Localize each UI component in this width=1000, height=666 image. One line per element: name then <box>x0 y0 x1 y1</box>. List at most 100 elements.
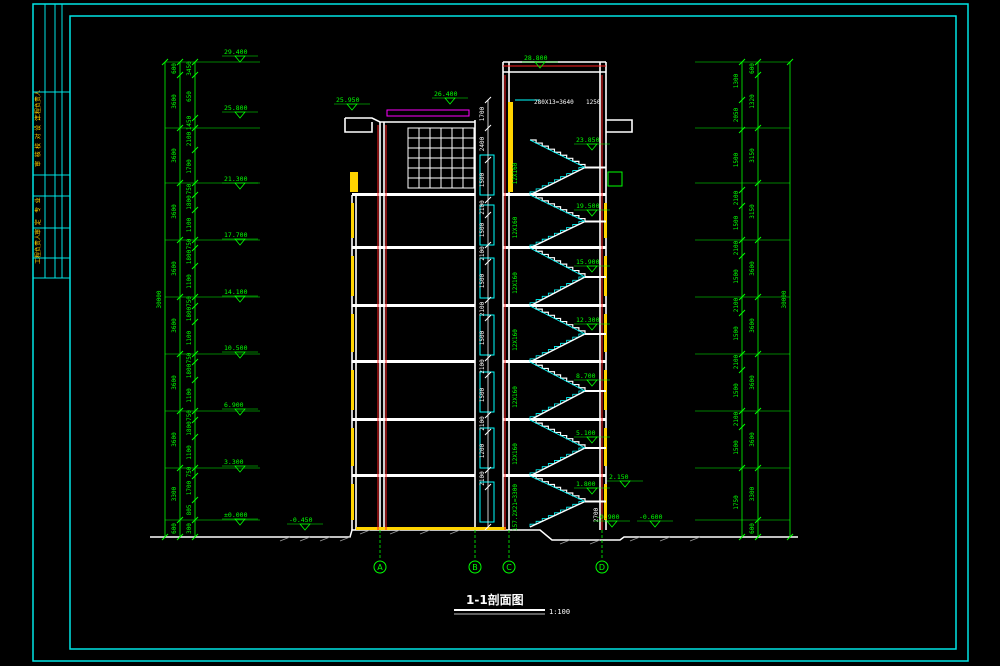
axis-label: D <box>599 563 605 572</box>
title-block-label: 工程负责人 <box>34 234 42 264</box>
dim-label: 1800 <box>186 421 193 436</box>
dim-label: 1800 <box>186 249 193 264</box>
floor-slab <box>503 418 606 421</box>
stair-slab <box>529 333 586 363</box>
yellow-block-left <box>350 172 358 192</box>
flight-note: 12X160 <box>512 162 519 184</box>
level-label: 25.800 <box>224 104 248 112</box>
level-roof-top-marker <box>534 61 546 69</box>
stair-level-label: 23.850 <box>576 136 600 144</box>
dim-label: 3600 <box>171 432 178 447</box>
flight-note: 12X160 <box>512 272 519 294</box>
dim-label: 3600 <box>749 318 756 333</box>
axis-label: A <box>377 563 383 572</box>
dim-label: 3300 <box>749 486 756 501</box>
drawing-title: 1-1剖面图 <box>466 592 524 607</box>
axis-label: B <box>472 563 478 572</box>
dim-label: 600 <box>171 63 178 74</box>
stair-slab <box>529 220 586 249</box>
dim-label: 1500 <box>733 152 740 167</box>
ground-line <box>150 529 798 541</box>
dim-label: 1500 <box>479 273 486 288</box>
dim-label: 30000 <box>156 290 163 308</box>
dim-label: 1750 <box>733 495 740 510</box>
flight-note: 12X160 <box>512 386 519 408</box>
dim-label: 1200 <box>479 443 486 458</box>
level-label-marker <box>234 465 246 473</box>
dim-label: 3600 <box>171 148 178 163</box>
stair-slab <box>529 447 586 477</box>
dim-label: 600 <box>749 523 756 534</box>
dim-label: 750 <box>186 296 193 307</box>
title-block-label: 专 业 <box>34 197 42 213</box>
dim-label: 3600 <box>749 375 756 390</box>
roof-room <box>407 127 475 189</box>
dim-label: 3600 <box>749 261 756 276</box>
title-block-mid-labels: 专 业审 定工程负责人 <box>34 197 42 264</box>
stair-level-label: 1.800 <box>576 480 596 488</box>
dim-label: 2050 <box>733 107 740 122</box>
stair-note: 280X13=3640 <box>534 99 574 106</box>
floor-slab <box>352 474 475 477</box>
dim-label: 2100 <box>479 200 486 215</box>
dim-label: 3600 <box>171 94 178 109</box>
stair-level-label-marker <box>586 379 598 387</box>
level-parapet-left: 25.950 <box>336 96 360 104</box>
floor-slab <box>503 193 606 196</box>
level-parapet-mid: 26.400 <box>434 90 458 98</box>
dim-label: 600 <box>749 63 756 74</box>
dim-label: 650 <box>186 91 193 102</box>
flight-note: 12X160 <box>512 329 519 351</box>
dim-label: 300 <box>186 523 193 534</box>
dim-label: 1320 <box>749 94 756 109</box>
dim-label: 2100 <box>479 471 486 486</box>
window-left <box>351 428 354 466</box>
parapet-magenta <box>386 109 470 117</box>
window-left <box>351 314 354 352</box>
level-label: 14.100 <box>224 288 248 296</box>
dim-label: 2100 <box>733 190 740 205</box>
level-label-marker <box>234 408 246 416</box>
dim-label: 1500 <box>733 383 740 398</box>
level-canopy: 2.150 <box>609 473 629 481</box>
floor-slab <box>352 360 475 363</box>
stair-level-label: 19.500 <box>576 202 600 210</box>
dim-label: 2100 <box>733 411 740 426</box>
axis-grid: A B C D <box>373 530 609 574</box>
dim-label: 2100 <box>733 297 740 312</box>
level-roof-top: 28.800 <box>524 54 548 62</box>
dim-label: 1100 <box>186 445 193 460</box>
level-ground-right-2-marker <box>649 520 661 528</box>
stair-slab <box>529 390 586 421</box>
dim-label: 1500 <box>479 387 486 402</box>
title-block-label: 设 计 <box>34 115 42 131</box>
stair-note-2: 1250 <box>586 99 601 106</box>
floor-slab <box>503 474 606 477</box>
level-canopy-marker <box>619 480 631 488</box>
level-ground-right-2: -0.600 <box>639 513 663 521</box>
stair-level-label: 8.700 <box>576 372 596 380</box>
floor-slab <box>503 360 606 363</box>
dim-label: 1700 <box>186 159 193 174</box>
dim-label: 2100 <box>479 301 486 316</box>
window-left <box>351 370 354 410</box>
building-section <box>344 61 633 530</box>
level-parapet-left-marker <box>346 103 358 111</box>
dim-label: 1800 <box>186 363 193 378</box>
dim-label: 2400 <box>479 136 486 151</box>
stair-level-label-marker <box>586 323 598 331</box>
level-ground-right-marker <box>606 520 618 528</box>
level-label-marker <box>234 55 246 63</box>
stair-slab <box>529 500 586 528</box>
dim-label: 1500 <box>733 269 740 284</box>
window-left <box>351 484 354 520</box>
dim-label: 3600 <box>171 261 178 276</box>
axis-label: C <box>506 563 512 572</box>
dim-label: 1800 <box>186 306 193 321</box>
dim-label: 2100 <box>186 131 193 146</box>
dim-label: 1500 <box>479 330 486 345</box>
stair-slab <box>529 166 586 196</box>
floor-slab <box>352 246 475 249</box>
dim-label: 2100 <box>733 240 740 255</box>
dim-label: 3600 <box>171 318 178 333</box>
